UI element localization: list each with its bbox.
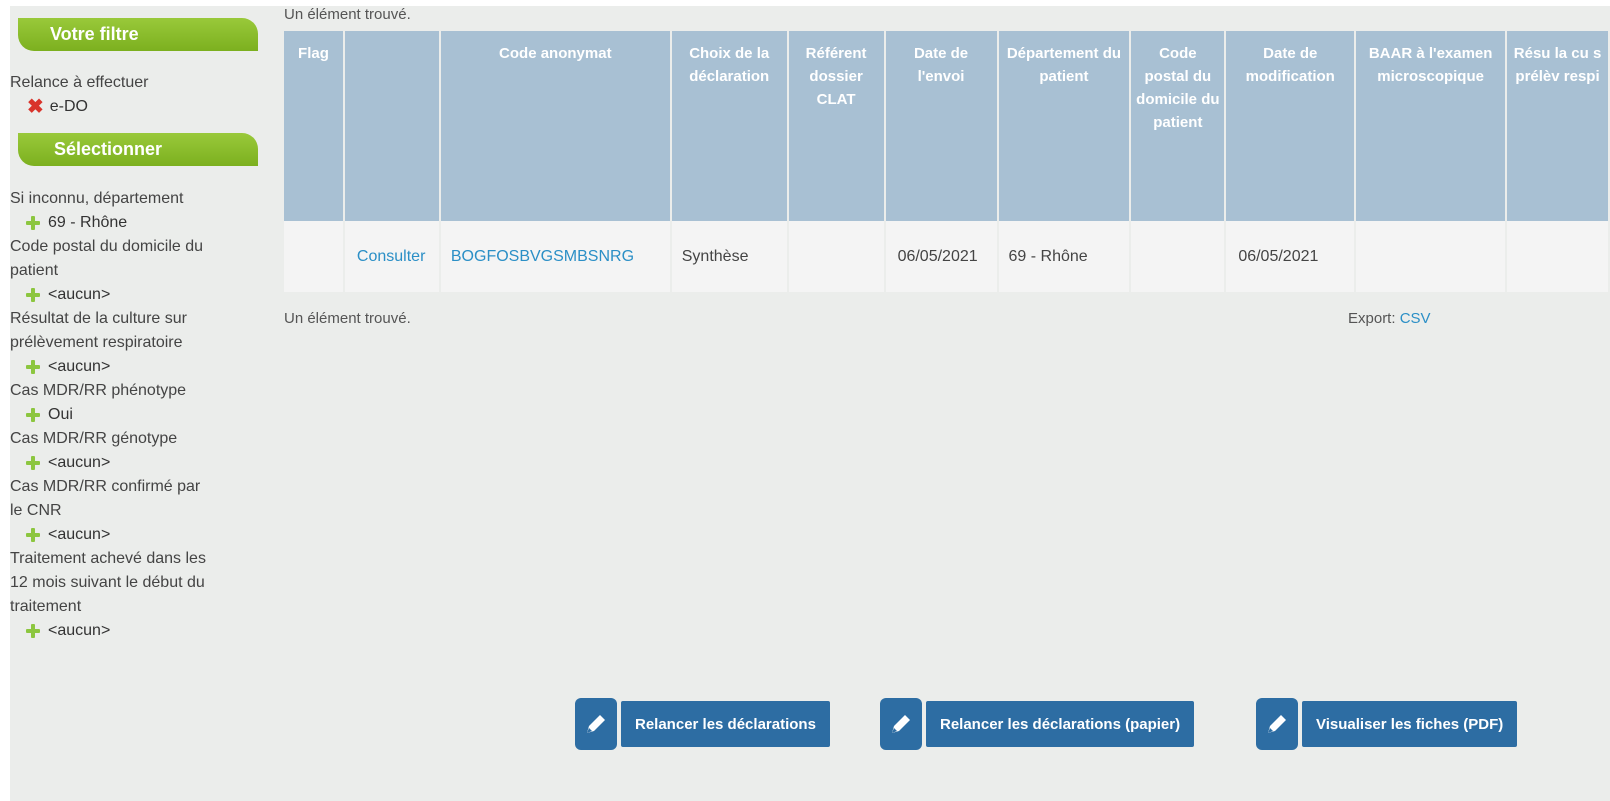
relance-value: e-DO [49, 98, 88, 115]
column-header[interactable]: Date de modification [1225, 31, 1357, 221]
criterion-value: <aucun> [48, 622, 111, 639]
criterion-value-item[interactable]: <aucun> [26, 523, 110, 547]
criterion-label: patient [10, 262, 59, 279]
consulter-link[interactable]: Consulter [357, 248, 425, 265]
table-cell: Consulter [343, 221, 441, 292]
column-header[interactable]: Département du patient [997, 31, 1132, 221]
table-cell: 69 - Rhône [997, 221, 1132, 292]
add-icon[interactable] [26, 408, 40, 422]
relance-label: Relance à effectuer [10, 74, 149, 91]
criterion-label: traitement [10, 598, 82, 615]
button-label: Relancer les déclarations (papier) [926, 701, 1195, 747]
page-canvas: Votre filtre Relance à effectuer ✖ e-DO … [10, 6, 1610, 801]
criterion-label: prélèvement respiratoire [10, 334, 183, 351]
table-cell [1355, 221, 1508, 292]
column-header[interactable]: Date de l'envoi [884, 31, 999, 221]
criterion-value: <aucun> [48, 358, 111, 375]
results-table: Flag Code anonymat Choix de la déclaration… [284, 31, 1610, 292]
criterion-value-item[interactable]: 69 - Rhône [26, 211, 127, 235]
criterion-label: Cas MDR/RR phénotype [10, 382, 187, 399]
table-cell [787, 221, 886, 292]
criterion-value: 69 - Rhône [48, 214, 128, 231]
add-icon[interactable] [26, 216, 40, 230]
button-label: Relancer les déclarations [621, 701, 830, 747]
table-cell [1506, 221, 1610, 292]
pencil-icon [880, 698, 922, 750]
export-area: Export: CSV [1348, 310, 1431, 327]
relance-value-item[interactable]: ✖ e-DO [27, 95, 88, 119]
relancer-declarations-papier-button[interactable]: Relancer les déclarations (papier) [880, 698, 1195, 750]
table-cell: Synthèse [670, 221, 789, 292]
criterion-value-item[interactable]: <aucun> [26, 355, 110, 379]
table-cell: 06/05/2021 [884, 221, 999, 292]
table-cell [1130, 221, 1227, 292]
criterion-value: Oui [48, 406, 73, 423]
add-icon[interactable] [26, 360, 40, 374]
criterion-label: le CNR [10, 502, 62, 519]
criterion-label: Si inconnu, département [10, 190, 184, 207]
criterion-value: <aucun> [48, 454, 111, 471]
code-anonymat-link[interactable]: BOGFOSBVGSMBSNRG [451, 248, 634, 265]
export-csv-link[interactable]: CSV [1400, 310, 1431, 327]
add-icon[interactable] [26, 288, 40, 302]
button-label: Visualiser les fiches (PDF) [1302, 701, 1518, 747]
votre-filtre-header: Votre filtre [18, 18, 258, 51]
criterion-label: Traitement achevé dans les [10, 550, 206, 567]
table-cell [284, 221, 345, 292]
export-label: Export: [1348, 310, 1396, 327]
add-icon[interactable] [26, 456, 40, 470]
visualiser-fiches-pdf-button[interactable]: Visualiser les fiches (PDF) [1256, 698, 1518, 750]
table-cell: BOGFOSBVGSMBSNRG [439, 221, 672, 292]
criterion-value: <aucun> [48, 526, 111, 543]
criterion-label: Code postal du domicile du [10, 238, 204, 255]
criterion-value-item[interactable]: <aucun> [26, 283, 110, 307]
pencil-icon [1256, 698, 1298, 750]
criterion-label: 12 mois suivant le début du [10, 574, 205, 591]
column-header [343, 31, 441, 221]
remove-icon[interactable]: ✖ [27, 97, 44, 117]
column-header[interactable]: Code anonymat [439, 31, 672, 221]
criterion-label: Résultat de la culture sur [10, 310, 187, 327]
results-count-top: Un élément trouvé. [284, 6, 411, 23]
selectionner-header: Sélectionner [18, 133, 258, 166]
criterion-value: <aucun> [48, 286, 111, 303]
relancer-declarations-button[interactable]: Relancer les déclarations [575, 698, 830, 750]
criterion-label: Cas MDR/RR génotype [10, 430, 178, 447]
add-icon[interactable] [26, 528, 40, 542]
criterion-label: Cas MDR/RR confirmé par [10, 478, 201, 495]
table-cell: 06/05/2021 [1225, 221, 1357, 292]
pencil-icon [575, 698, 617, 750]
table-header-row: Flag Code anonymat Choix de la déclaration… [284, 31, 1610, 221]
criterion-value-item[interactable]: <aucun> [26, 619, 110, 643]
column-header[interactable]: BAAR à l'examen microscopique [1355, 31, 1508, 221]
criterion-value-item[interactable]: <aucun> [26, 451, 110, 475]
results-count-bottom: Un élément trouvé. [284, 310, 411, 327]
column-header[interactable]: Code postal du domicile du patient [1130, 31, 1227, 221]
table-row: Consulter BOGFOSBVGSMBSNRG Synthèse 06/05/2… [284, 221, 1610, 292]
column-header[interactable]: Flag [284, 31, 345, 221]
add-icon[interactable] [26, 624, 40, 638]
column-header[interactable]: Référent dossier CLAT [787, 31, 886, 221]
criterion-value-item[interactable]: Oui [26, 403, 73, 427]
column-header[interactable]: Choix de la déclaration [670, 31, 789, 221]
column-header[interactable]: Résu la cu s prélèv respi [1506, 31, 1610, 221]
